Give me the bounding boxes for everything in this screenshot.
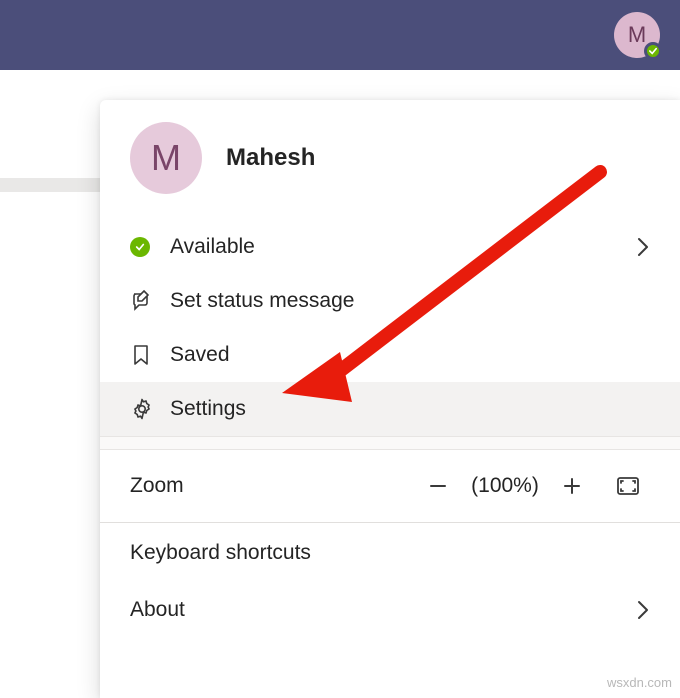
profile-menu: M Mahesh Available Set status mes bbox=[100, 100, 680, 698]
chevron-right-icon bbox=[636, 598, 650, 622]
menu-item-about[interactable]: About bbox=[100, 583, 680, 637]
zoom-label: Zoom bbox=[130, 474, 416, 498]
gear-icon bbox=[130, 397, 170, 421]
status-label: Available bbox=[170, 235, 255, 259]
background-strip bbox=[0, 178, 100, 192]
presence-badge-icon bbox=[644, 42, 662, 60]
zoom-out-button[interactable] bbox=[416, 464, 460, 508]
saved-label: Saved bbox=[170, 343, 230, 367]
profile-name: Mahesh bbox=[226, 144, 315, 172]
watermark: wsxdn.com bbox=[607, 675, 672, 690]
zoom-value: (100%) bbox=[460, 474, 550, 498]
zoom-row: Zoom (100%) bbox=[100, 450, 680, 522]
profile-header: M Mahesh bbox=[100, 100, 680, 220]
pencil-note-icon bbox=[130, 289, 170, 313]
title-bar: M bbox=[0, 0, 680, 70]
menu-item-settings[interactable]: Settings bbox=[100, 382, 680, 436]
menu-item-status[interactable]: Available bbox=[100, 220, 680, 274]
about-label: About bbox=[130, 598, 185, 622]
menu-separator bbox=[100, 436, 680, 450]
set-status-label: Set status message bbox=[170, 289, 354, 313]
avatar-initial: M bbox=[628, 22, 646, 48]
shortcuts-label: Keyboard shortcuts bbox=[130, 541, 311, 565]
zoom-in-button[interactable] bbox=[550, 464, 594, 508]
menu-item-saved[interactable]: Saved bbox=[100, 328, 680, 382]
app-root: M M Mahesh Available bbox=[0, 0, 680, 698]
profile-avatar-button[interactable]: M bbox=[614, 12, 660, 58]
avatar-large: M bbox=[130, 122, 202, 194]
bookmark-icon bbox=[130, 343, 170, 367]
available-status-icon bbox=[130, 237, 150, 257]
settings-label: Settings bbox=[170, 397, 246, 421]
avatar-large-initial: M bbox=[151, 137, 181, 179]
menu-item-keyboard-shortcuts[interactable]: Keyboard shortcuts bbox=[100, 523, 680, 583]
fullscreen-icon[interactable] bbox=[606, 464, 650, 508]
menu-item-set-status[interactable]: Set status message bbox=[100, 274, 680, 328]
chevron-right-icon bbox=[636, 235, 650, 259]
